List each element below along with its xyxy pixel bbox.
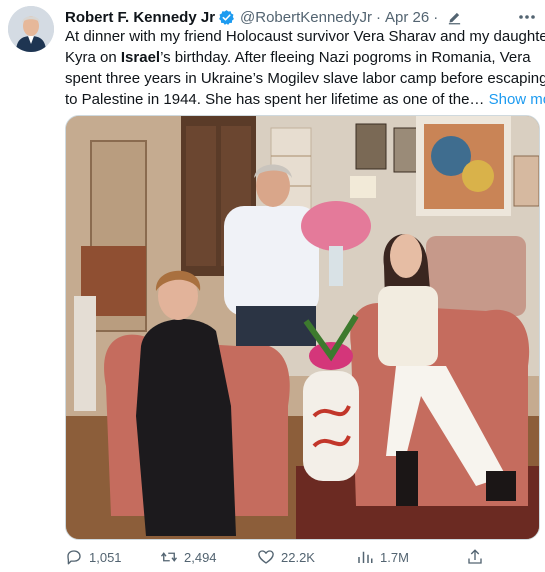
tweet-text-segment: Kyra on xyxy=(65,49,121,66)
author-name[interactable]: Robert F. Kennedy Jr xyxy=(65,9,215,26)
tweet-text-line: Kyra on Israel’s birthday. After fleeing… xyxy=(65,47,543,68)
like-icon xyxy=(258,550,274,564)
show-more-link[interactable]: Show more xyxy=(489,91,545,108)
tweet-text-segment: ’s birthday. After fleeing Nazi pogroms … xyxy=(160,49,531,66)
tweet-text-bold: Israel xyxy=(120,49,161,66)
tweet-date[interactable]: Apr 26 xyxy=(385,9,429,26)
tweet-text: At dinner with my friend Holocaust survi… xyxy=(65,26,545,110)
like-count: 22.2K xyxy=(281,549,315,565)
separator: · xyxy=(376,8,381,26)
retweet-count: 2,494 xyxy=(184,549,217,565)
tweet-text-line: At dinner with my friend Holocaust survi… xyxy=(65,28,545,45)
share-icon xyxy=(468,549,482,564)
reply-button[interactable]: 1,051 xyxy=(65,548,160,566)
verified-badge-icon xyxy=(218,9,235,26)
author-handle[interactable]: @RobertKennedyJr xyxy=(240,9,372,26)
share-button[interactable] xyxy=(466,548,490,566)
like-button[interactable]: 22.2K xyxy=(257,548,356,566)
views-icon xyxy=(358,551,373,563)
retweet-icon xyxy=(160,552,178,562)
views-button[interactable]: 1.7M xyxy=(356,548,466,566)
tweet-text-segment: to Palestine in 1944. She has spent her … xyxy=(65,91,485,108)
tweet-text-line: to Palestine in 1944. She has spent her … xyxy=(65,89,545,110)
tweet-header: Robert F. Kennedy Jr @RobertKennedyJr · … xyxy=(65,6,537,28)
reply-count: 1,051 xyxy=(89,549,122,565)
tweet-actions: 1,051 2,494 22.2K 1.7M xyxy=(65,546,535,568)
more-icon[interactable] xyxy=(517,7,537,27)
avatar[interactable] xyxy=(8,6,54,52)
views-count: 1.7M xyxy=(380,549,409,565)
tweet: Robert F. Kennedy Jr @RobertKennedyJr · … xyxy=(0,0,545,572)
reply-icon xyxy=(67,550,81,565)
retweet-button[interactable]: 2,494 xyxy=(160,548,257,566)
tweet-photo[interactable] xyxy=(65,115,540,540)
edit-icon[interactable] xyxy=(447,10,462,25)
separator: · xyxy=(433,8,439,26)
photo-illustration xyxy=(66,116,539,539)
tweet-text-line: spent three years in Ukraine’s Mogilev s… xyxy=(65,70,545,87)
